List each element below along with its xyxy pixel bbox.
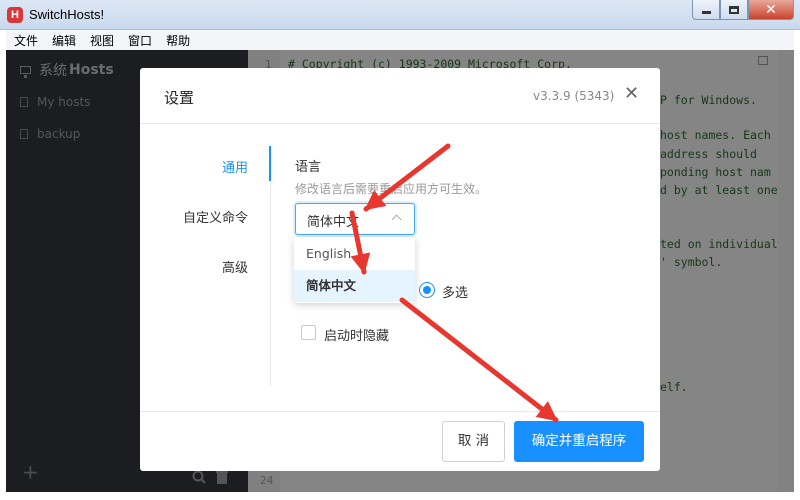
menu-help[interactable]: 帮助: [166, 32, 190, 49]
menu-window[interactable]: 窗口: [128, 32, 152, 49]
close-icon: ✕: [765, 1, 777, 18]
hide-at-launch-checkbox[interactable]: [301, 325, 316, 340]
menu-edit[interactable]: 编辑: [52, 32, 76, 49]
cancel-button[interactable]: 取 消: [442, 421, 505, 462]
menu-file[interactable]: 文件: [14, 32, 38, 49]
dialog-title: 设置: [164, 89, 195, 107]
app-icon: H: [7, 7, 23, 23]
language-dropdown: English 简体中文: [294, 237, 415, 303]
version-label: v3.3.9 (5343): [533, 89, 615, 103]
dialog-close-button[interactable]: ✕: [624, 85, 639, 103]
language-hint: 修改语言后需要重启应用方可生效。: [295, 182, 488, 196]
confirm-restart-button[interactable]: 确定并重启程序: [514, 421, 644, 462]
tab-general[interactable]: 通用: [140, 157, 248, 176]
language-select[interactable]: 简体中文: [295, 203, 415, 235]
settings-dialog: 设置 v3.3.9 (5343) ✕ 通用 自定义命令 高级 语言 修改语言后需…: [140, 68, 660, 471]
tab-advanced[interactable]: 高级: [140, 257, 248, 276]
nav-active-indicator: [269, 146, 271, 181]
close-window-button[interactable]: ✕: [748, 0, 794, 20]
maximize-button[interactable]: [720, 0, 748, 20]
language-option-english[interactable]: English: [294, 238, 415, 270]
window-title: SwitchHosts!: [29, 7, 105, 22]
window-titlebar: H SwitchHosts! ✕: [0, 0, 800, 30]
chevron-up-icon: [391, 214, 402, 225]
language-label: 语言: [295, 160, 322, 175]
menu-bar: 文件 编辑 视图 窗口 帮助: [6, 30, 794, 50]
tab-custom-command[interactable]: 自定义命令: [140, 207, 248, 226]
menu-view[interactable]: 视图: [90, 32, 114, 49]
maximize-icon: [729, 5, 739, 14]
hide-at-launch-label: 启动时隐藏: [324, 329, 390, 344]
language-select-value: 简体中文: [307, 215, 360, 230]
dialog-header: 设置 v3.3.9 (5343) ✕: [140, 68, 660, 124]
language-option-simplified-chinese[interactable]: 简体中文: [294, 270, 415, 302]
window-controls: ✕: [692, 0, 794, 22]
multi-select-radio[interactable]: [419, 282, 435, 298]
multi-select-label: 多选: [442, 286, 469, 301]
minimize-button[interactable]: [692, 0, 720, 20]
minimize-icon: [701, 11, 711, 14]
nav-divider: [270, 146, 271, 386]
